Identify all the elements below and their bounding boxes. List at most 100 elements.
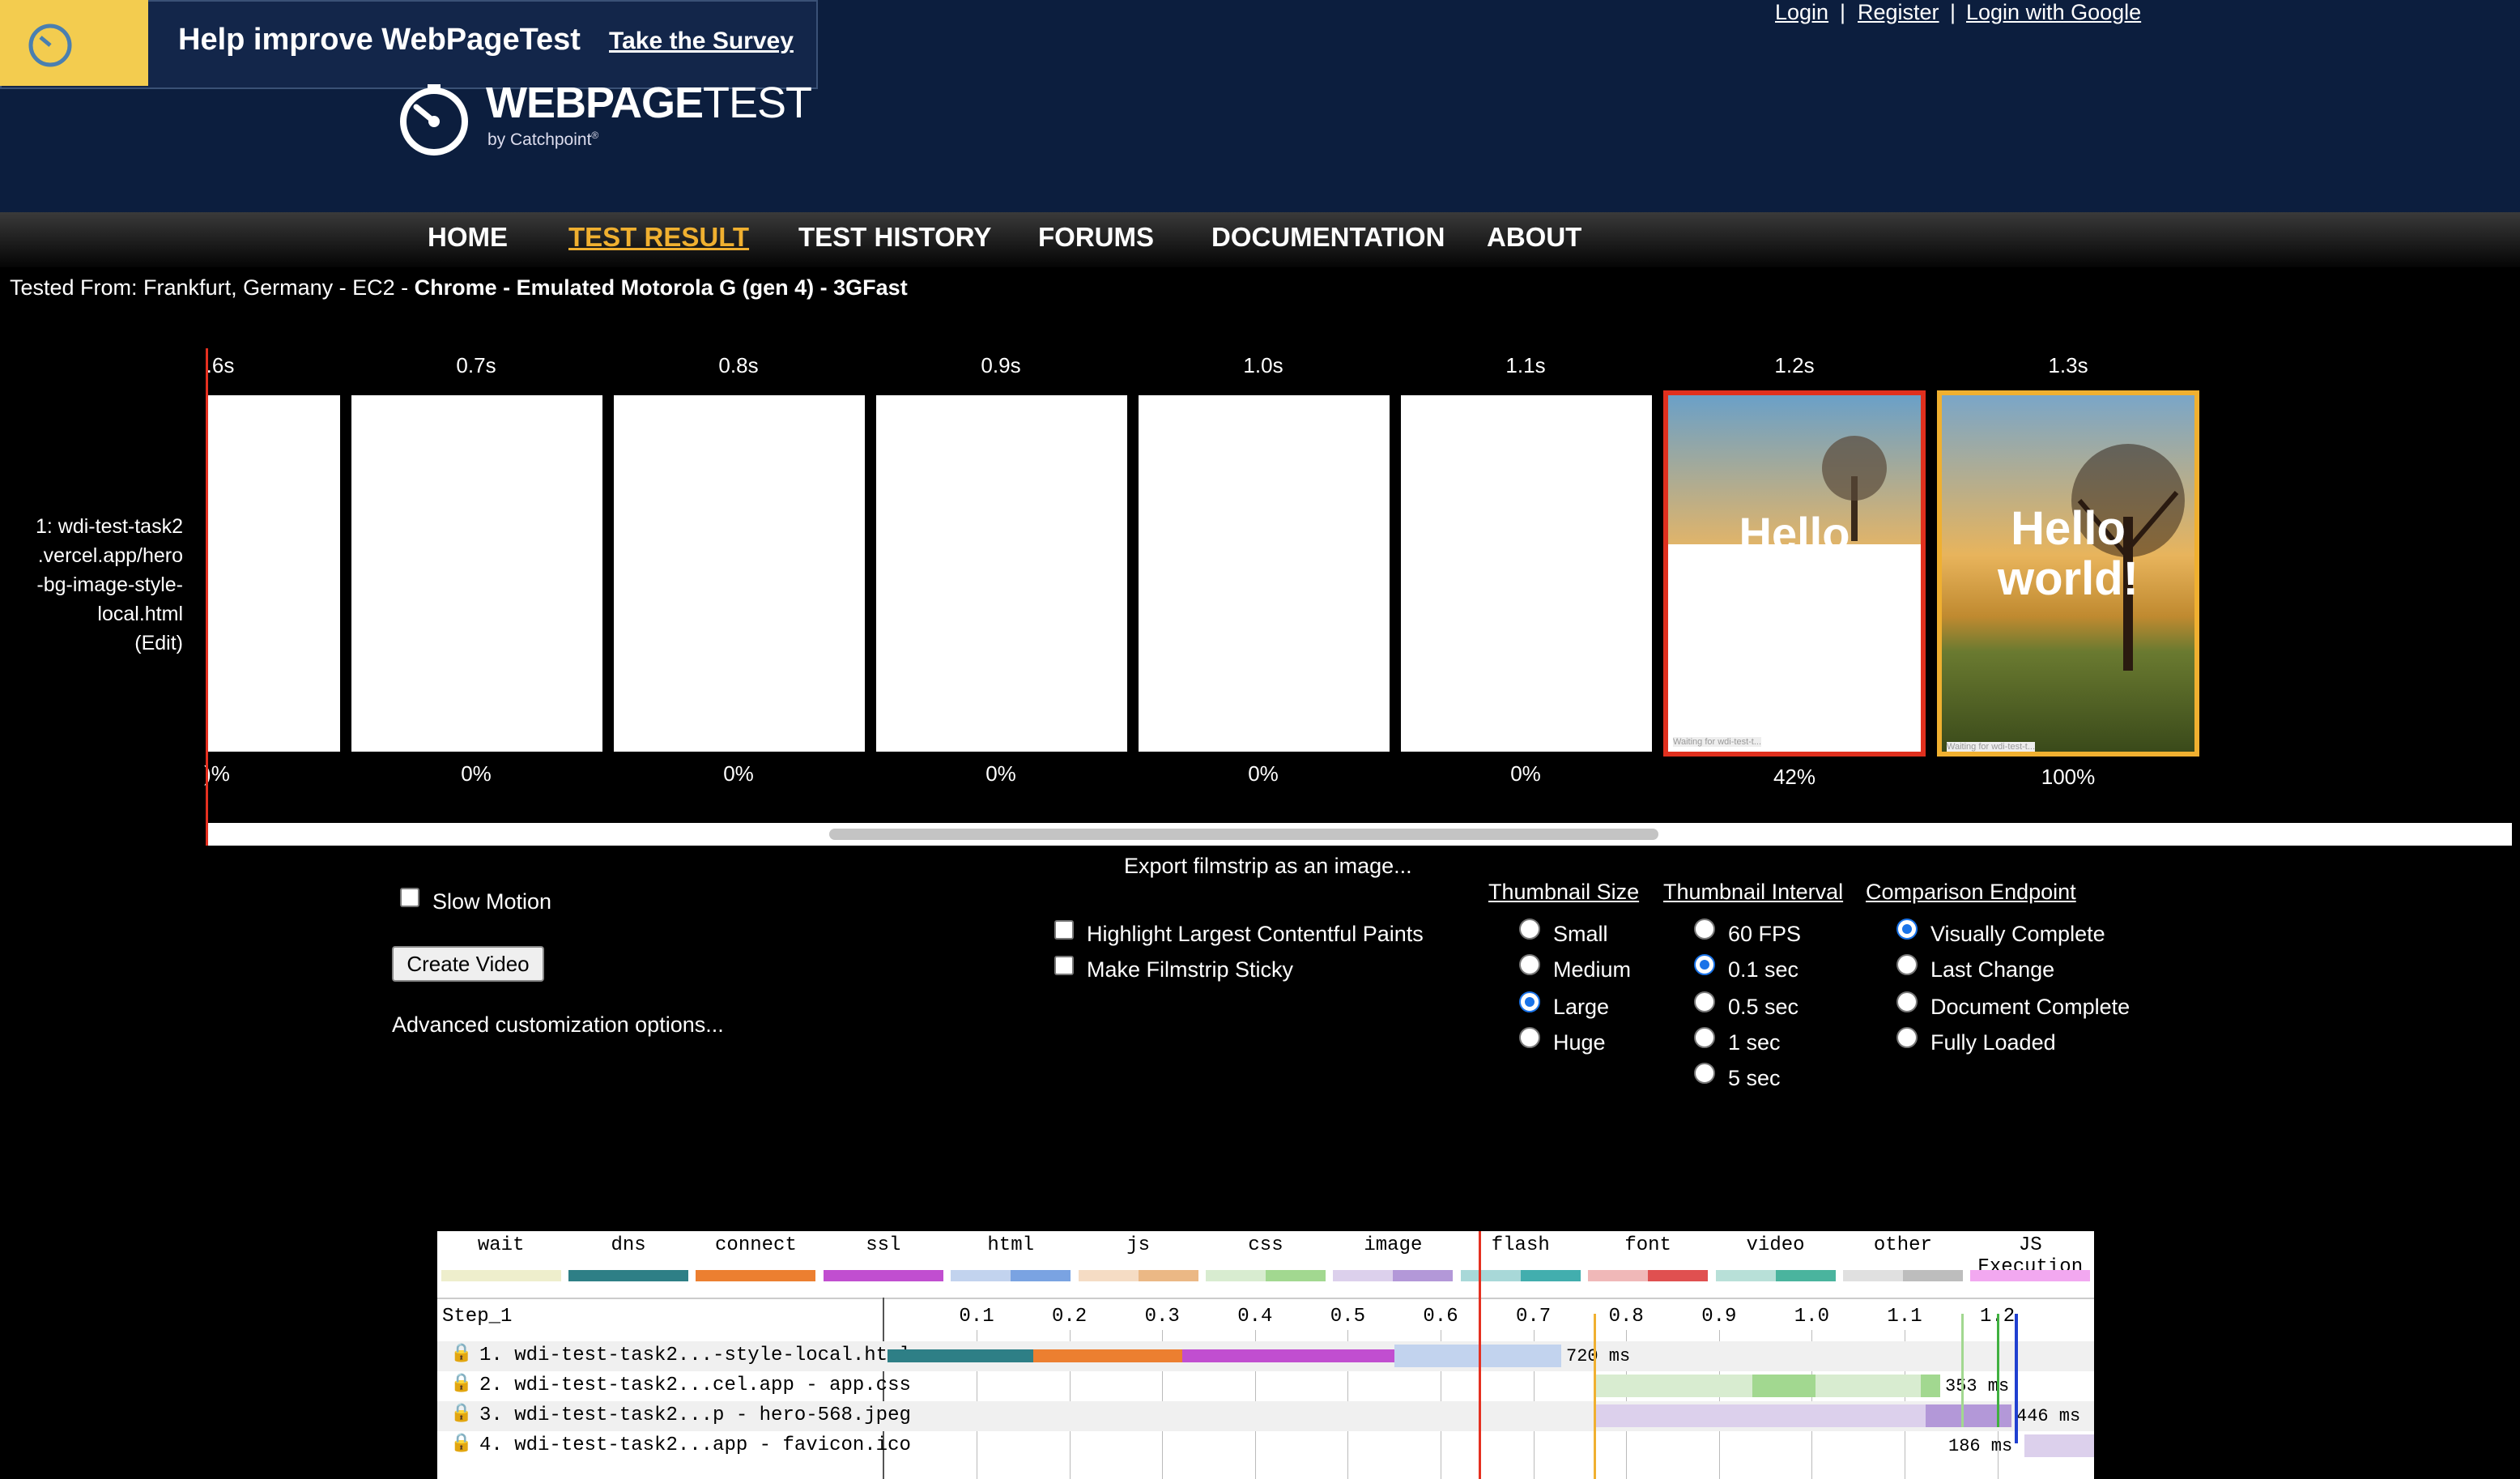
browser-status-bar: Waiting for wdi-test-t...: [1673, 737, 1762, 747]
connect-bar: [1033, 1349, 1182, 1362]
nav-about[interactable]: ABOUT: [1487, 222, 1581, 253]
radio-label: Fully Loaded: [1930, 1030, 2056, 1055]
radio-label: Document Complete: [1930, 995, 2131, 1019]
filmstrip-frame[interactable]: [1401, 395, 1652, 752]
request-duration: 446 ms: [2016, 1406, 2081, 1426]
css-bar: [1816, 1375, 1921, 1397]
frame-time: 1.1s: [1505, 353, 1546, 377]
legend-label: image: [1364, 1234, 1423, 1256]
legend-label: css: [1248, 1234, 1283, 1256]
frame-time: .6s: [206, 353, 235, 377]
nav-forums[interactable]: FORUMS: [1038, 222, 1154, 253]
frame-time: 0.9s: [981, 353, 1021, 377]
filmstrip-frame[interactable]: [1139, 395, 1390, 752]
separator: |: [1950, 0, 1956, 24]
survey-text: Help improve WebPageTest: [178, 23, 581, 57]
thumb-size-medium-radio[interactable]: [1519, 954, 1540, 975]
legend-label: connect: [715, 1234, 797, 1256]
lock-icon: 🔒: [450, 1434, 473, 1454]
filmstrip-frame-complete[interactable]: Hello world! Waiting for wdi-test-t...: [1937, 390, 2199, 757]
table-row[interactable]: 🔒 4. wdi-test-task2...app - favicon.ico …: [437, 1431, 2094, 1461]
frame-visual-progress: 100%: [2041, 765, 2096, 789]
create-video-button[interactable]: Create Video: [392, 946, 544, 982]
nav-test-history[interactable]: TEST HISTORY: [798, 222, 991, 253]
thumb-size-small-radio[interactable]: [1519, 919, 1540, 940]
interval-60fps-radio[interactable]: [1694, 919, 1715, 940]
axis-tick-label: 1.1: [1887, 1306, 1922, 1328]
legend-label: html: [987, 1234, 1035, 1256]
on-load-marker: [1997, 1314, 1999, 1427]
step-label: Step_1: [442, 1306, 513, 1328]
survey-banner[interactable]: Help improve WebPageTest Take the Survey: [0, 0, 818, 89]
advanced-options-link[interactable]: Advanced customization options...: [392, 1012, 724, 1038]
filmstrip-frame[interactable]: [207, 395, 340, 752]
highlight-lcp-label: Highlight Largest Contentful Paints: [1087, 922, 1424, 946]
request-label: 1. wdi-test-task2...-style-local.html: [479, 1345, 911, 1366]
thumb-size-large-radio[interactable]: [1519, 991, 1540, 1012]
axis-tick-label: 0.3: [1144, 1306, 1180, 1328]
filmstrip-frame[interactable]: [351, 395, 602, 752]
radio-label: Medium: [1553, 957, 1632, 982]
frame-time: 0.7s: [456, 353, 496, 377]
login-link[interactable]: Login: [1775, 0, 1828, 25]
nav-documentation[interactable]: DOCUMENTATION: [1211, 222, 1445, 253]
legend-swatch: [1715, 1270, 1836, 1281]
table-row[interactable]: 🔒 3. wdi-test-task2...p - hero-568.jpeg …: [437, 1401, 2094, 1431]
sticky-filmstrip-checkbox[interactable]: [1054, 956, 1074, 975]
interval-5-sec-radio[interactable]: [1694, 1063, 1715, 1084]
export-filmstrip-link[interactable]: Export filmstrip as an image...: [1124, 854, 1412, 879]
lock-icon: 🔒: [450, 1374, 473, 1394]
endpoint-last-change-radio[interactable]: [1896, 954, 1918, 975]
legend-label: dns: [611, 1234, 646, 1256]
filmstrip-frame-changed[interactable]: Hello Waiting for wdi-test-t...: [1663, 390, 1926, 757]
sticky-filmstrip-label: Make Filmstrip Sticky: [1087, 957, 1294, 982]
css-bar: [1921, 1375, 1940, 1397]
test-url-label[interactable]: 1: wdi-test-task2 .vercel.app/hero -bg-i…: [8, 512, 183, 658]
css-bar: [1752, 1375, 1816, 1397]
edit-link[interactable]: (Edit): [8, 629, 183, 658]
radio-label: Huge: [1553, 1030, 1606, 1055]
hero-heading: Hello world!: [1998, 502, 2139, 605]
request-label: 3. wdi-test-task2...p - hero-568.jpeg: [479, 1404, 911, 1426]
take-survey-link[interactable]: Take the Survey: [609, 28, 794, 55]
legend-label: video: [1746, 1234, 1805, 1256]
register-link[interactable]: Register: [1858, 0, 1939, 25]
axis-tick-label: 0.2: [1051, 1306, 1088, 1328]
endpoint-visually-complete-radio[interactable]: [1896, 919, 1918, 940]
filmstrip-scroll-thumb[interactable]: [829, 829, 1658, 840]
interval-0-5-sec-radio[interactable]: [1694, 991, 1715, 1012]
login-with-google-link[interactable]: Login with Google: [1966, 0, 2141, 25]
thumb-size-huge-radio[interactable]: [1519, 1027, 1540, 1048]
filmstrip-time-marker: [206, 348, 208, 846]
frame-time: 1.0s: [1243, 353, 1283, 377]
tested-from-line: Tested From: Frankfurt, Germany - EC2 - …: [10, 275, 908, 300]
speedometer-logo-icon: [400, 84, 468, 156]
radio-label: 0.5 sec: [1728, 995, 1799, 1019]
nav-test-result[interactable]: TEST RESULT: [568, 222, 749, 253]
frame-time: 0.8s: [718, 353, 759, 377]
nav-home[interactable]: HOME: [428, 222, 508, 253]
frame-visual-progress: 42%: [1773, 765, 1816, 789]
table-row[interactable]: 🔒 2. wdi-test-task2...cel.app - app.css …: [437, 1371, 2094, 1401]
endpoint-fully-loaded-radio[interactable]: [1896, 1027, 1918, 1048]
radio-label: Large: [1553, 995, 1610, 1019]
slow-motion-checkbox[interactable]: [400, 888, 419, 907]
interval-1-sec-radio[interactable]: [1694, 1027, 1715, 1048]
radio-label: 0.1 sec: [1728, 957, 1799, 982]
endpoint-document-complete-radio[interactable]: [1896, 991, 1918, 1012]
main-nav: HOME TEST RESULT TEST HISTORY FORUMS DOC…: [0, 212, 2520, 267]
radio-label: 5 sec: [1728, 1066, 1781, 1090]
highlight-lcp-checkbox[interactable]: [1054, 920, 1074, 940]
filmstrip-frame[interactable]: [614, 395, 865, 752]
site-header: Login | Register | Login with Google WEB…: [0, 0, 2520, 212]
hero-heading-partial: Hello: [1739, 508, 1850, 544]
browser-status-bar: Waiting for wdi-test-t...: [1947, 742, 2036, 752]
frame-visual-progress: 0%: [985, 761, 1016, 786]
slow-motion-label: Slow Motion: [432, 889, 552, 914]
interval-0-1-sec-radio[interactable]: [1694, 954, 1715, 975]
frame-visual-progress: 0%: [1248, 761, 1279, 786]
radio-label: Visually Complete: [1930, 922, 2105, 946]
table-row[interactable]: 🔒 1. wdi-test-task2...-style-local.html …: [437, 1341, 2094, 1371]
filmstrip-frame[interactable]: [876, 395, 1127, 752]
legend-swatch: [441, 1270, 561, 1281]
